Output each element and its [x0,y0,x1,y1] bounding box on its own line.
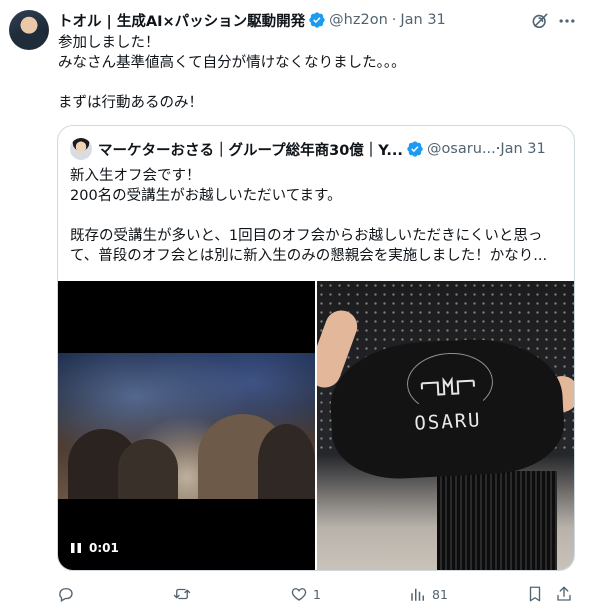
like-icon [291,588,307,601]
more-icon[interactable] [556,11,578,31]
bookmark-button[interactable] [526,583,544,605]
quote-line: て、普段のオフ会とは別に新入生のみの懇親会を実施しました！かなり... [70,248,548,264]
retweet-icon [173,588,191,600]
share-icon [557,586,571,601]
tweet-line: まずは行動あるのみ！ [58,95,203,111]
author-avatar[interactable] [9,10,49,50]
retweet-button[interactable] [173,583,196,605]
mask-logo [420,376,475,396]
photo[interactable]: OSARU [317,281,574,570]
tweet-date[interactable]: Jan 31 [400,12,445,28]
pause-icon[interactable] [70,542,82,554]
quote-author-name[interactable]: マーケターおさる｜グループ総年商30億｜Y... [98,139,403,160]
share-button[interactable] [555,583,573,605]
reply-button[interactable] [57,583,80,605]
quote-line: 200名の受講生がお越しいただいてます。 [70,188,342,204]
quote-header: マーケターおさる｜グループ総年商30億｜Y... @osaru... · Jan… [70,138,546,160]
views-icon [411,588,424,601]
quote-author-avatar[interactable] [70,138,92,160]
grok-icon[interactable] [530,11,550,31]
verified-badge-icon [407,141,423,157]
reply-icon [59,588,73,602]
like-count: 1 [313,586,321,602]
quoted-tweet[interactable]: マーケターおさる｜グループ総年商30億｜Y... @osaru... · Jan… [57,125,575,571]
quote-body: 新入生オフ会です！ 200名の受講生がお越しいただいてます。 既存の受講生が多い… [70,166,564,266]
tweet-line: 参加しました！ [58,35,160,51]
video-frame [58,353,315,499]
tweet-header: トオル | 生成AI×パッション駆動開発 @hz2on · Jan 31 [58,10,446,30]
video-time: 0:01 [89,541,119,555]
action-bar: 1 81 [57,583,577,605]
quote-line: 新入生オフ会です！ [70,168,201,184]
author-handle[interactable]: @hz2on [329,12,388,28]
quote-author-handle[interactable]: @osaru... [427,141,496,157]
tweet-line: みなさん基準値高くて自分が情けなくなりました。。。 [58,55,406,71]
author-name[interactable]: トオル | 生成AI×パッション駆動開発 [58,10,305,31]
views-count: 81 [432,586,448,602]
header-separator: · [391,12,397,28]
verified-badge-icon [309,12,325,28]
bookmark-icon [529,586,541,602]
video-controls[interactable]: 0:01 [70,539,119,557]
tweet-body: 参加しました！ みなさん基準値高くて自分が情けなくなりました。。。 まずは行動あ… [58,33,578,113]
views-button[interactable]: 81 [409,583,448,605]
quote-date[interactable]: Jan 31 [500,141,545,157]
quote-line: 既存の受講生が多いと、1回目のオフ会からお越しいただきにくいと思っ [70,228,543,244]
video-player[interactable]: 0:01 [58,281,315,570]
like-button[interactable]: 1 [290,583,321,605]
